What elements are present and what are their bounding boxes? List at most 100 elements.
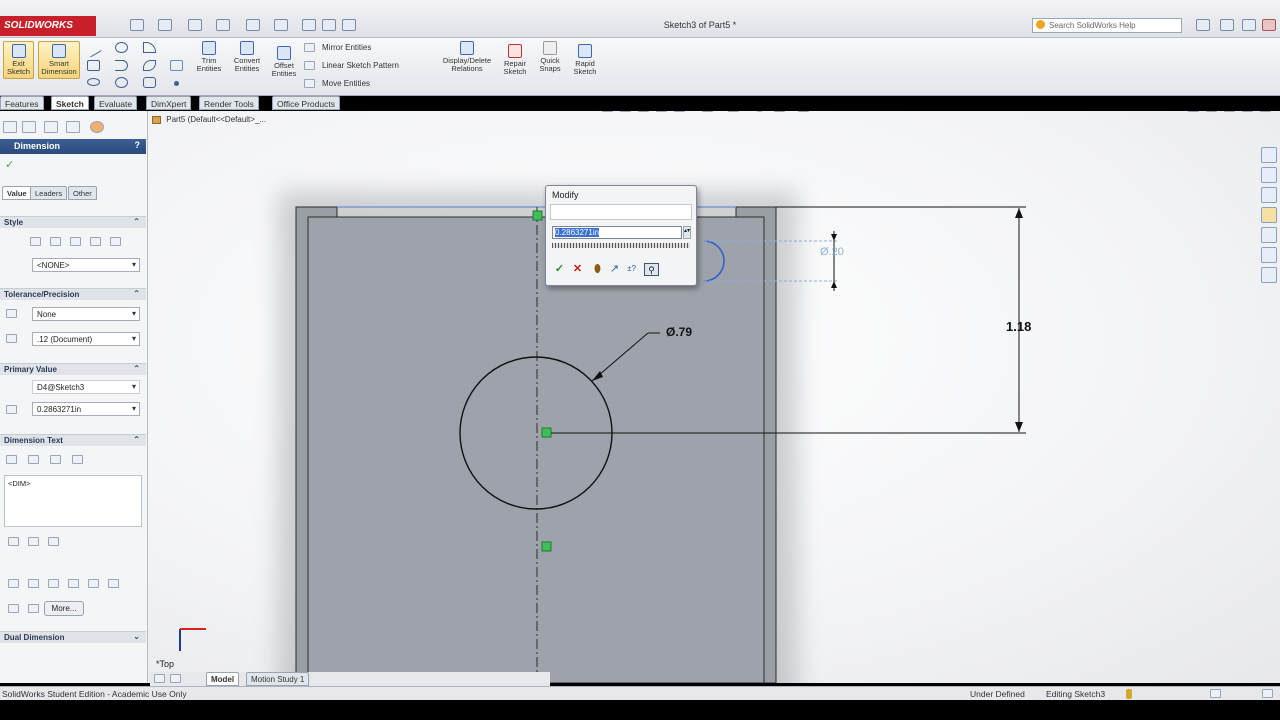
point-icon[interactable] xyxy=(174,81,179,86)
height-dimension-value[interactable]: 1.18 xyxy=(1006,319,1031,334)
move-entities-button[interactable]: Move Entities xyxy=(304,77,434,90)
subtab-value[interactable]: Value xyxy=(2,186,32,200)
primary-value-section-header[interactable]: Primary Value ⌃ xyxy=(0,363,146,375)
justify-right-icon[interactable] xyxy=(48,537,59,546)
more-symbols-button[interactable]: More... xyxy=(44,601,84,616)
spline-icon[interactable] xyxy=(143,60,156,71)
midpoint-relation-icon[interactable] xyxy=(541,541,552,552)
dimension-name-field[interactable]: D4@Sketch3 xyxy=(32,380,140,394)
design-library-icon[interactable] xyxy=(1261,167,1277,183)
quick-tips-icon[interactable] xyxy=(1210,689,1221,698)
text-leader-icon[interactable] xyxy=(72,455,83,464)
countersink-symbol-icon[interactable] xyxy=(108,579,119,588)
close-icon[interactable] xyxy=(1262,19,1276,31)
exit-sketch-button[interactable]: Exit Sketch xyxy=(3,41,34,79)
text-above-icon[interactable] xyxy=(6,455,17,464)
delete-style-icon[interactable] xyxy=(70,237,81,246)
select-arrow-icon[interactable] xyxy=(274,19,288,31)
dimension-text-section-header[interactable]: Dimension Text ⌃ xyxy=(0,434,146,446)
dimension-value-field[interactable]: 0.2863271in xyxy=(32,402,140,416)
slot-icon[interactable] xyxy=(115,60,128,71)
tab-sketch[interactable]: Sketch xyxy=(51,96,89,110)
subtab-leaders[interactable]: Leaders xyxy=(30,186,68,200)
tab-features[interactable]: Features xyxy=(0,96,44,110)
scroll-left-icon[interactable] xyxy=(154,674,165,683)
collapse-icon[interactable]: ⌃ xyxy=(133,217,140,226)
justify-left-icon[interactable] xyxy=(8,537,19,546)
tolerance-section-header[interactable]: Tolerance/Precision ⌃ xyxy=(0,288,146,300)
sketch-canvas[interactable] xyxy=(148,111,1280,683)
apply-style-icon[interactable] xyxy=(30,237,41,246)
style-dropdown[interactable]: <NONE> xyxy=(32,258,140,272)
new-document-icon[interactable] xyxy=(130,19,144,31)
tab-office-products[interactable]: Office Products xyxy=(272,96,340,110)
tolerance-type-dropdown[interactable]: None xyxy=(32,307,140,321)
line-icon[interactable] xyxy=(85,41,102,58)
linear-sketch-pattern-button[interactable]: Linear Sketch Pattern xyxy=(304,59,434,72)
cancel-x-icon[interactable]: ✕ xyxy=(570,263,585,276)
file-properties-icon[interactable] xyxy=(322,19,336,31)
part-face[interactable] xyxy=(307,216,765,683)
collapse-icon[interactable]: ⌃ xyxy=(133,435,140,444)
dimension-text-box[interactable]: <DIM> xyxy=(4,475,142,527)
tab-dimxpert[interactable]: DimXpert xyxy=(146,96,192,110)
dual-dimension-section-header[interactable]: Dual Dimension ⌄ xyxy=(0,631,146,643)
vertical-relation-icon[interactable] xyxy=(532,210,543,221)
text-below-icon[interactable] xyxy=(50,455,61,464)
undo-icon[interactable] xyxy=(246,19,260,31)
tab-evaluate[interactable]: Evaluate xyxy=(94,96,138,110)
help-icon[interactable]: ? xyxy=(135,140,141,150)
offset-entities-button[interactable]: Offset Entities xyxy=(268,46,300,84)
mark-for-drawing-icon[interactable]: ±? xyxy=(624,263,639,276)
reset-spin-increment-icon[interactable]: ↗ xyxy=(607,263,622,276)
sketch-text-icon[interactable] xyxy=(143,77,156,88)
centerline-symbol-icon[interactable] xyxy=(68,579,79,588)
repair-sketch-button[interactable]: Repair Sketch xyxy=(500,44,530,82)
rapid-sketch-button[interactable]: Rapid Sketch xyxy=(570,44,600,82)
text-horizontal-icon[interactable] xyxy=(28,455,39,464)
ok-check-icon[interactable]: ✓ xyxy=(5,158,14,171)
plus-minus-symbol-icon[interactable] xyxy=(48,579,59,588)
file-explorer-icon[interactable] xyxy=(1261,187,1277,203)
modify-value-input[interactable]: 0.2863271in xyxy=(552,226,682,239)
fillet-icon[interactable] xyxy=(115,77,128,88)
coincident-relation-icon[interactable] xyxy=(541,427,552,438)
save-icon[interactable] xyxy=(188,19,202,31)
solidworks-resources-icon[interactable] xyxy=(1261,147,1277,163)
help-icon[interactable] xyxy=(1196,19,1210,31)
view-palette-icon[interactable] xyxy=(1261,227,1277,243)
depth-symbol-icon[interactable] xyxy=(28,604,39,613)
configuration-manager-tab-icon[interactable] xyxy=(44,121,58,133)
precision-dropdown[interactable]: .12 (Document) xyxy=(32,332,140,346)
style-section-header[interactable]: Style ⌃ xyxy=(0,216,146,228)
arc-icon[interactable] xyxy=(143,42,156,53)
square-symbol-icon[interactable] xyxy=(88,579,99,588)
justify-center-icon[interactable] xyxy=(28,537,39,546)
diameter-symbol-icon[interactable] xyxy=(8,579,19,588)
rebuild-icon[interactable] xyxy=(302,19,316,31)
display-delete-relations-button[interactable]: Display/Delete Relations xyxy=(438,41,496,81)
expand-icon[interactable]: ⌄ xyxy=(133,632,140,641)
save-style-icon[interactable] xyxy=(90,237,101,246)
tab-model[interactable]: Model xyxy=(206,672,240,686)
mirror-entities-button[interactable]: Mirror Entities xyxy=(304,41,414,54)
feature-manager-tab-icon[interactable] xyxy=(3,121,17,133)
open-folder-icon[interactable] xyxy=(158,19,172,31)
pin-icon[interactable]: ⚲ xyxy=(644,263,659,276)
tab-motion-study[interactable]: Motion Study 1 xyxy=(246,672,310,686)
graphics-area[interactable]: Part5 (Default<<Default>_... Ø.79 1.18 Ø… xyxy=(148,111,1280,683)
quick-snaps-button[interactable]: Quick Snaps xyxy=(536,41,564,79)
convert-entities-button[interactable]: Convert Entities xyxy=(228,41,266,79)
display-manager-tab-icon[interactable] xyxy=(90,121,104,133)
dimxpert-manager-tab-icon[interactable] xyxy=(66,121,80,133)
custom-properties-icon[interactable] xyxy=(1261,267,1277,283)
subtab-other[interactable]: Other xyxy=(68,186,97,200)
help-icon[interactable] xyxy=(1262,689,1273,698)
rebuild-icon[interactable]: ⬮ xyxy=(590,263,605,276)
modify-name-field[interactable] xyxy=(550,204,692,220)
restore-icon[interactable] xyxy=(1242,19,1256,31)
options-icon[interactable] xyxy=(342,19,356,31)
minimize-icon[interactable] xyxy=(1220,19,1234,31)
circle-icon[interactable] xyxy=(115,42,128,53)
diameter-dimension-large[interactable]: Ø.79 xyxy=(666,325,692,339)
